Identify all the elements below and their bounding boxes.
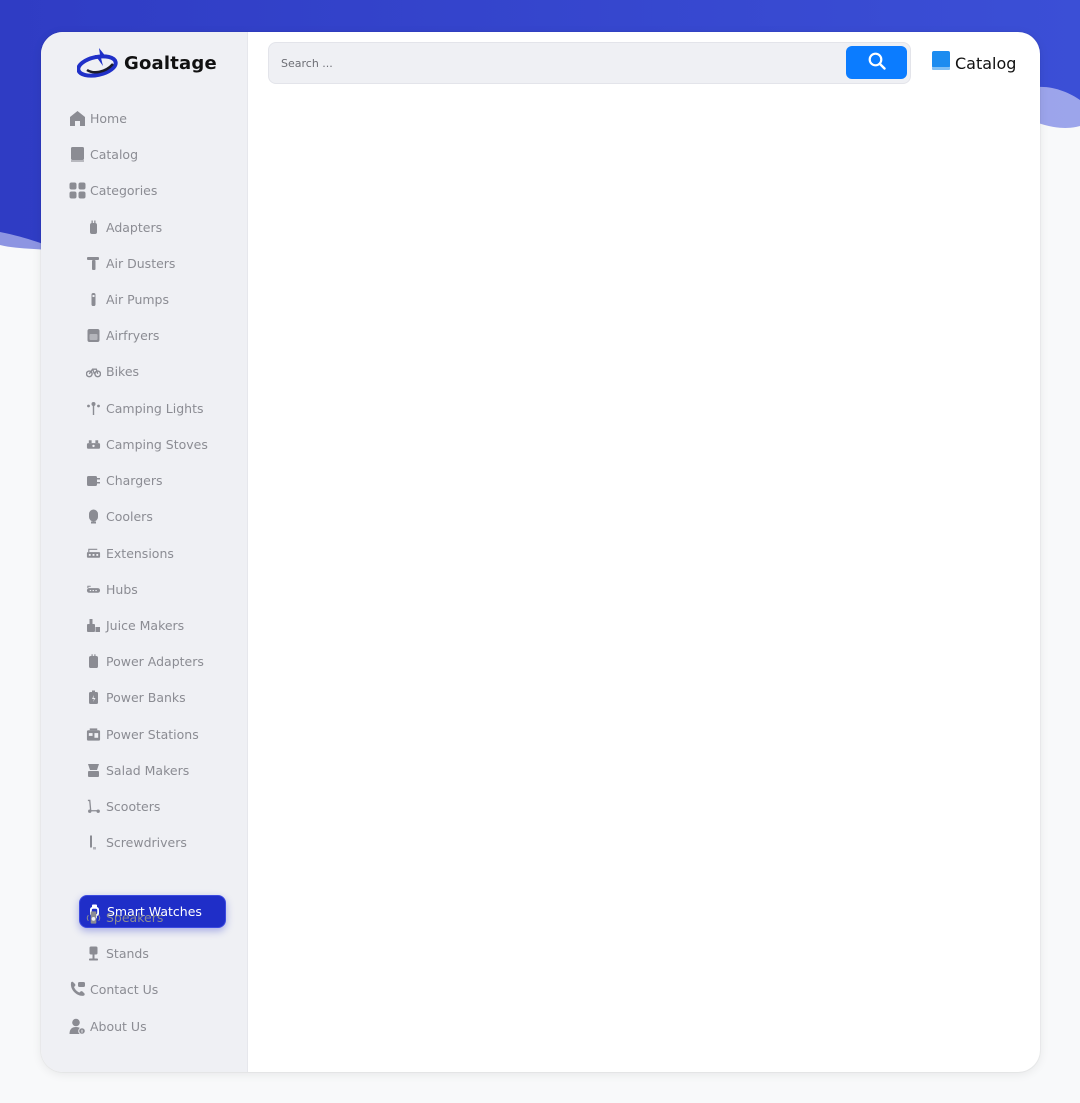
category-label: Stands [106,945,149,961]
category-item-camping-lights[interactable]: Camping Lights [86,396,204,420]
category-label: Airfryers [106,327,160,343]
camping-stove-icon [86,437,101,452]
brand-logo[interactable]: Goaltage [77,46,217,80]
sidebar-item-label: Home [90,110,127,126]
category-item-screwdrivers[interactable]: Screwdrivers [86,830,187,854]
category-label: Camping Lights [106,400,204,416]
app-window: Goaltage Home Catalog Categories Adapter… [41,32,1040,1072]
cooler-icon [86,509,101,524]
category-label: Power Banks [106,689,186,705]
category-item-juice-makers[interactable]: Juice Makers [86,613,184,637]
search-bar [268,42,911,84]
category-item-power-stations[interactable]: Power Stations [86,722,199,746]
stand-icon [86,946,101,961]
category-label: Bikes [106,363,140,379]
category-label: Scooters [106,798,161,814]
goaltage-logo-icon [77,48,118,78]
header-catalog-link[interactable]: Catalog [931,50,1016,76]
sidebar-item-catalog[interactable]: Catalog [69,142,138,166]
category-item-airfryers[interactable]: Airfryers [86,323,159,347]
category-item-stands[interactable]: Stands [86,941,149,965]
category-label: Air Pumps [106,291,170,307]
sidebar-item-label: Contact Us [90,981,159,997]
category-label: Hubs [106,581,138,597]
search-input[interactable] [281,43,841,83]
category-label: Coolers [106,508,153,524]
sidebar-item-categories[interactable]: Categories [69,178,157,202]
category-item-bikes[interactable]: Bikes [86,359,139,383]
sidebar-item-label: About Us [90,1018,147,1034]
juice-maker-icon [86,618,101,633]
category-item-chargers[interactable]: Chargers [86,468,163,492]
sidebar-item-home[interactable]: Home [69,106,127,130]
hub-icon [86,582,101,597]
sidebar-item-about-us[interactable]: About Us [69,1014,147,1038]
category-item-coolers[interactable]: Coolers [86,504,153,528]
category-label: Chargers [106,472,163,488]
category-label: Power Stations [106,726,199,742]
user-info-icon [69,1018,86,1035]
category-item-air-dusters[interactable]: Air Dusters [86,251,175,275]
category-label: Adapters [106,219,163,235]
screwdriver-icon [86,835,101,850]
sidebar-item-label: Categories [90,182,158,198]
speaker-icon [86,910,101,925]
airfryer-icon [86,328,101,343]
scooter-icon [86,799,101,814]
camping-light-icon [86,401,101,416]
category-label: Speakers [106,909,164,925]
phone-chat-icon [69,981,86,998]
search-icon [868,52,886,73]
category-label: Juice Makers [106,617,185,633]
category-item-salad-makers[interactable]: Salad Makers [86,758,189,782]
category-item-air-pumps[interactable]: Air Pumps [86,287,169,311]
category-item-power-adapters[interactable]: Power Adapters [86,649,204,673]
power-bank-icon [86,690,101,705]
category-label: Air Dusters [106,255,176,271]
header-catalog-label: Catalog [955,53,1017,73]
category-item-hubs[interactable]: Hubs [86,577,138,601]
book-icon [69,146,86,163]
power-adapter-icon [86,653,101,669]
sidebar: Goaltage Home Catalog Categories Adapter… [41,32,248,1072]
adapter-icon [86,220,101,235]
charger-icon [86,473,101,488]
bike-icon [86,364,101,379]
sidebar-item-contact-us[interactable]: Contact Us [69,977,158,1001]
category-label: Power Adapters [106,653,204,669]
book-icon [931,50,951,76]
category-label: Extensions [106,545,174,561]
category-item-camping-stoves[interactable]: Camping Stoves [86,432,208,456]
category-label: Camping Stoves [106,436,208,452]
category-label: Screwdrivers [106,834,187,850]
brand-name: Goaltage [124,52,217,74]
search-button[interactable] [846,46,907,79]
sidebar-item-label: Catalog [90,146,139,162]
salad-maker-icon [86,763,101,778]
category-label: Salad Makers [106,762,190,778]
category-item-scooters[interactable]: Scooters [86,794,160,818]
category-item-extensions[interactable]: Extensions [86,541,174,565]
main-content: Catalog [248,32,1040,1072]
category-item-adapters[interactable]: Adapters [86,215,162,239]
category-item-power-banks[interactable]: Power Banks [86,685,186,709]
air-pump-icon [86,292,101,307]
grid-icon [69,182,86,199]
home-icon [69,110,86,127]
category-item-speakers[interactable]: Speakers [86,905,163,929]
power-station-icon [86,727,101,742]
extension-icon [86,546,101,561]
air-duster-icon [86,256,101,271]
